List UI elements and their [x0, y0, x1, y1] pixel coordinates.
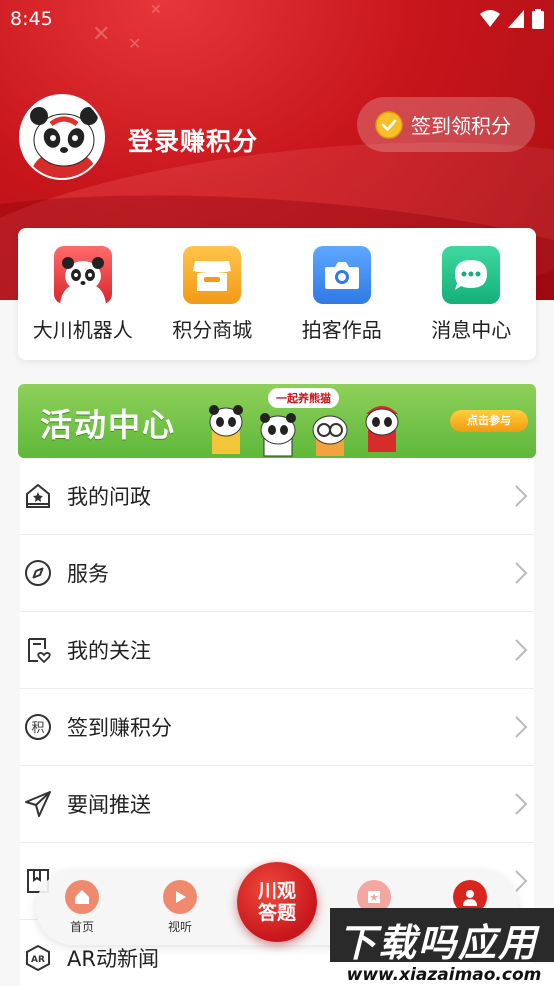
status-time: 8:45	[10, 8, 53, 30]
nav-label: 首页	[69, 920, 94, 934]
play-icon	[163, 880, 197, 914]
shop-icon	[183, 246, 242, 304]
checkin-button[interactable]: 签到领积分	[357, 97, 535, 152]
status-icons	[480, 9, 544, 29]
svg-text:AR: AR	[31, 955, 45, 965]
points-icon: 积	[23, 712, 53, 742]
quick-action-label: 大川机器人	[32, 318, 133, 342]
chevron-right-icon	[515, 716, 528, 738]
menu-item-news-push[interactable]: 要闻推送	[20, 766, 534, 843]
watermark-url: www.xiazaimao.com	[334, 964, 554, 986]
bookmark-heart-icon	[23, 635, 53, 665]
camera-icon	[312, 246, 371, 304]
quiz-center-button[interactable]: 川观 答题	[237, 862, 317, 942]
menu-item-label: 我的关注	[67, 639, 151, 663]
nav-label: 视听	[167, 920, 192, 934]
banner-join-button[interactable]: 点击参与	[450, 410, 528, 432]
nav-home[interactable]: 首页	[52, 880, 112, 935]
panda-mascots-icon	[209, 405, 399, 457]
login-link[interactable]: 登录赚积分	[128, 122, 258, 158]
quiz-label-line2: 答题	[257, 902, 296, 924]
chevron-right-icon	[515, 639, 528, 661]
menu-item-label: 服务	[67, 562, 109, 586]
home-icon	[65, 880, 99, 914]
menu-item-checkin-points[interactable]: 积 签到赚积分	[20, 689, 534, 766]
quick-action-label: 积分商城	[172, 318, 253, 342]
activity-center-banner[interactable]: 活动中心 一起养熊猫 点击参与	[18, 384, 536, 458]
wifi-icon	[480, 10, 500, 27]
menu-item-following[interactable]: 我的关注	[20, 612, 534, 689]
chevron-right-icon	[515, 485, 528, 507]
watermark: 下载吗应用 www.xiazaimao.com	[330, 908, 554, 986]
checkmark-coin-icon	[375, 110, 403, 139]
quick-action-messages[interactable]: 消息中心	[409, 246, 534, 360]
ar-icon: AR	[23, 943, 53, 973]
banner-title: 活动中心	[40, 406, 177, 444]
menu-item-label: 签到赚积分	[67, 716, 172, 740]
chat-icon	[442, 246, 501, 304]
chevron-right-icon	[515, 870, 528, 892]
quiz-label-line1: 川观	[257, 880, 296, 902]
menu-item-label: AR动新闻	[67, 947, 159, 971]
status-bar: 8:45	[0, 0, 554, 38]
panda-avatar-icon	[21, 96, 103, 178]
chevron-right-icon	[515, 793, 528, 815]
house-star-icon	[23, 481, 53, 511]
menu-item-my-inquiries[interactable]: 我的问政	[20, 458, 534, 535]
quick-action-label: 消息中心	[431, 318, 512, 342]
battery-icon	[532, 9, 544, 29]
compass-icon	[23, 558, 53, 588]
quick-action-shop[interactable]: 积分商城	[150, 246, 275, 360]
quick-actions-card: 大川机器人 积分商城 拍客作品 消息中心	[18, 228, 536, 360]
checkin-label: 签到领积分	[411, 114, 511, 138]
panda-robot-icon	[53, 246, 112, 304]
menu-item-services[interactable]: 服务	[20, 535, 534, 612]
menu-item-label: 要闻推送	[67, 793, 151, 817]
quiz-label: 川观 答题	[258, 880, 296, 924]
quick-action-robot[interactable]: 大川机器人	[20, 246, 145, 360]
svg-text:积: 积	[31, 721, 44, 736]
send-icon	[23, 789, 53, 819]
menu-item-label: 我的问政	[67, 485, 151, 509]
quick-action-camera[interactable]: 拍客作品	[279, 246, 404, 360]
chevron-right-icon	[515, 562, 528, 584]
signal-icon	[508, 10, 524, 28]
avatar[interactable]	[19, 94, 105, 180]
quick-action-label: 拍客作品	[301, 318, 382, 342]
watermark-title: 下载吗应用	[338, 921, 539, 965]
nav-video[interactable]: 视听	[150, 880, 210, 935]
